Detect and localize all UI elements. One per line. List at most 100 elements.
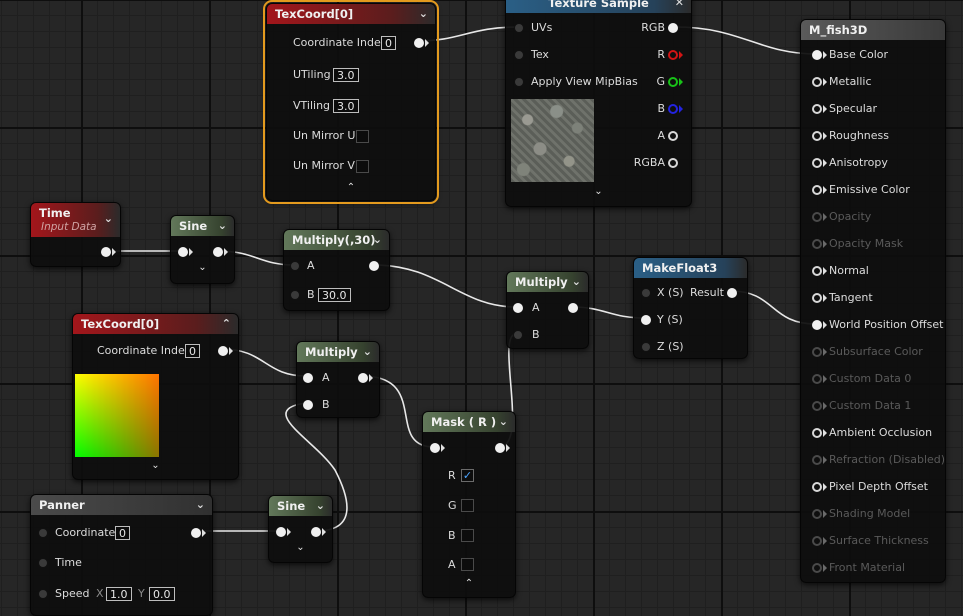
- node-header[interactable]: Texture Sample ✕: [506, 0, 691, 13]
- input-pin[interactable]: [178, 247, 188, 257]
- b-input-pin[interactable]: [513, 330, 523, 340]
- node-header[interactable]: Panner ⌄: [31, 495, 212, 515]
- z-input-pin[interactable]: [641, 342, 651, 352]
- vtiling-field[interactable]: 3.0: [333, 99, 359, 113]
- output-input-pin[interactable]: [812, 428, 822, 438]
- chevron-down-icon[interactable]: ⌄: [363, 342, 372, 362]
- node-header[interactable]: TexCoord[0] ⌄: [267, 4, 435, 24]
- multiply-node-right[interactable]: Multiply ⌄ A B: [506, 271, 589, 349]
- a-checkbox[interactable]: [461, 558, 474, 571]
- node-header[interactable]: MakeFloat3: [634, 258, 747, 278]
- speed-y-field[interactable]: 0.0: [149, 587, 175, 601]
- chevron-down-icon[interactable]: ⌄: [316, 496, 325, 516]
- output-input-pin[interactable]: [812, 482, 822, 492]
- time-input-pin[interactable]: [38, 558, 48, 568]
- output-input-pin[interactable]: [812, 266, 822, 276]
- b-value-field[interactable]: 30.0: [318, 288, 351, 302]
- chevron-down-icon[interactable]: ⌄: [73, 460, 238, 471]
- rgba-output-pin[interactable]: [668, 158, 678, 168]
- output-pin[interactable]: [213, 247, 223, 257]
- y-input-pin[interactable]: [641, 315, 651, 325]
- speed-x-field[interactable]: 1.0: [106, 587, 132, 601]
- texture-sample-node[interactable]: Texture Sample ✕ UVs Tex Apply View MipB…: [505, 0, 692, 207]
- chevron-down-icon[interactable]: ⌄: [171, 262, 234, 273]
- node-header[interactable]: Time Input Data ⌄: [31, 203, 120, 237]
- time-node[interactable]: Time Input Data ⌄: [30, 202, 121, 267]
- speed-input-pin[interactable]: [38, 589, 48, 599]
- output-input-pin[interactable]: [812, 509, 822, 519]
- chevron-down-icon[interactable]: ⌄: [104, 209, 113, 229]
- output-input-pin[interactable]: [812, 293, 822, 303]
- output-input-pin[interactable]: [812, 536, 822, 546]
- mipbias-input-pin[interactable]: [514, 77, 524, 87]
- chevron-down-icon[interactable]: ⌄: [218, 216, 227, 236]
- chevron-down-icon[interactable]: ⌄: [269, 542, 332, 553]
- output-pin[interactable]: [218, 346, 228, 356]
- unmirror-u-checkbox[interactable]: [356, 130, 369, 143]
- utiling-field[interactable]: 3.0: [333, 68, 359, 82]
- chevron-down-icon[interactable]: ⌄: [373, 230, 382, 250]
- coordinate-index-field[interactable]: 0: [185, 344, 200, 358]
- output-input-pin[interactable]: [812, 374, 822, 384]
- chevron-down-icon[interactable]: ⌄: [572, 272, 581, 292]
- output-input-pin[interactable]: [812, 401, 822, 411]
- material-output-node[interactable]: M_fish3D Base Color Metallic Specular Rough…: [800, 19, 946, 583]
- g-checkbox[interactable]: [461, 499, 474, 512]
- node-header[interactable]: Multiply ⌄: [297, 342, 379, 362]
- multiply-30-node[interactable]: Multiply(,30) ⌄ A B 30.0: [283, 229, 390, 311]
- node-header[interactable]: Sine ⌄: [269, 496, 332, 516]
- output-pin[interactable]: [101, 247, 111, 257]
- g-output-pin[interactable]: [668, 77, 678, 87]
- chevron-down-icon[interactable]: ⌄: [506, 186, 691, 197]
- r-output-pin[interactable]: [668, 50, 678, 60]
- output-input-pin[interactable]: [812, 104, 822, 114]
- output-input-pin[interactable]: [812, 131, 822, 141]
- output-input-pin[interactable]: [812, 563, 822, 573]
- coordinate-index-field[interactable]: 0: [381, 36, 396, 50]
- output-pin[interactable]: [369, 261, 379, 271]
- b-input-pin[interactable]: [303, 400, 313, 410]
- chevron-down-icon[interactable]: ⌄: [419, 4, 428, 24]
- multiply-node-mid[interactable]: Multiply ⌄ A B: [296, 341, 380, 418]
- coordinate-input-pin[interactable]: [38, 528, 48, 538]
- a-input-pin[interactable]: [303, 373, 313, 383]
- node-header[interactable]: TexCoord[0] ⌃: [73, 314, 238, 334]
- b-checkbox[interactable]: [461, 529, 474, 542]
- chevron-up-icon[interactable]: ⌃: [423, 578, 515, 589]
- chevron-down-icon[interactable]: ⌄: [499, 412, 508, 432]
- output-input-pin[interactable]: [812, 320, 822, 330]
- a-input-pin[interactable]: [290, 261, 300, 271]
- output-input-pin[interactable]: [812, 455, 822, 465]
- node-header[interactable]: Multiply ⌄: [507, 272, 588, 292]
- output-pin[interactable]: [358, 373, 368, 383]
- mask-node[interactable]: Mask ( R ) ⌄ R ✓ G B A ⌃: [422, 411, 516, 598]
- result-output-pin[interactable]: [727, 288, 737, 298]
- node-header[interactable]: Sine ⌄: [171, 216, 234, 236]
- x-input-pin[interactable]: [641, 288, 651, 298]
- chevron-down-icon[interactable]: ⌄: [196, 495, 205, 515]
- node-header[interactable]: M_fish3D: [801, 20, 945, 40]
- sine-node-top[interactable]: Sine ⌄ ⌄: [170, 215, 235, 284]
- output-pin[interactable]: [414, 38, 424, 48]
- output-input-pin[interactable]: [812, 239, 822, 249]
- output-pin[interactable]: [568, 303, 578, 313]
- sine-node-bottom[interactable]: Sine ⌄ ⌄: [268, 495, 333, 563]
- output-pin[interactable]: [311, 527, 321, 537]
- texcoord-node-top[interactable]: TexCoord[0] ⌄ Coordinate Index 0 UTiling…: [263, 0, 439, 204]
- output-input-pin[interactable]: [812, 158, 822, 168]
- b-output-pin[interactable]: [668, 104, 678, 114]
- chevron-up-icon[interactable]: ⌃: [222, 314, 231, 334]
- coordinate-field[interactable]: 0: [115, 526, 130, 540]
- makefloat3-node[interactable]: MakeFloat3 X (S) Result Y (S) Z (S): [633, 257, 748, 359]
- close-icon[interactable]: ✕: [675, 0, 684, 13]
- output-input-pin[interactable]: [812, 347, 822, 357]
- output-input-pin[interactable]: [812, 212, 822, 222]
- output-pin[interactable]: [191, 528, 201, 538]
- rgb-output-pin[interactable]: [668, 23, 678, 33]
- input-pin[interactable]: [276, 527, 286, 537]
- node-header[interactable]: Mask ( R ) ⌄: [423, 412, 515, 432]
- tex-input-pin[interactable]: [514, 50, 524, 60]
- output-input-pin[interactable]: [812, 185, 822, 195]
- input-pin[interactable]: [430, 443, 440, 453]
- panner-node[interactable]: Panner ⌄ Coordinate 0 Time Speed X 1.0 Y…: [30, 494, 213, 616]
